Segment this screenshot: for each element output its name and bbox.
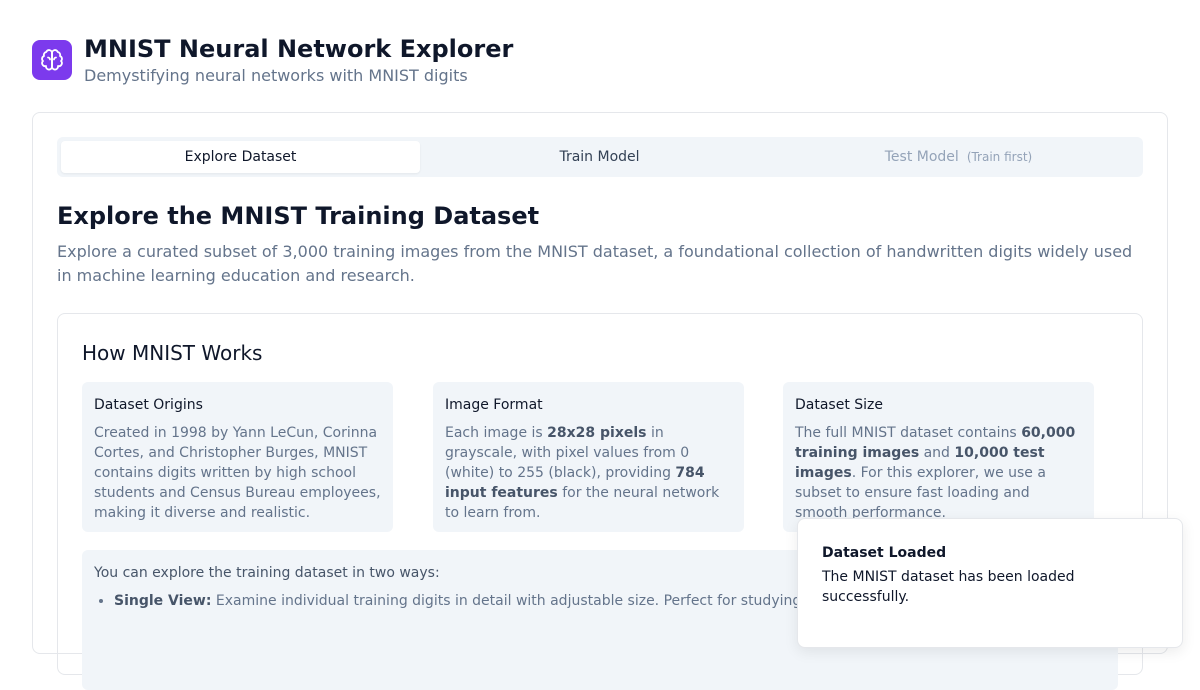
card-text: Each image is 28x28 pixels in grayscale,… [445, 425, 720, 521]
card-title: Dataset Size [795, 397, 884, 413]
panel-title: How MNIST Works [82, 341, 263, 365]
title-group: MNIST Neural Network Explorer Demystifyi… [84, 32, 513, 87]
tab-test-model[interactable]: Test Model (Train first) [779, 141, 1138, 173]
tab-bar: Explore Dataset Train Model Test Model (… [57, 137, 1143, 177]
section-description: Explore a curated subset of 3,000 traini… [57, 242, 1133, 285]
card-text: The full MNIST dataset contains 60,000 t… [795, 425, 1076, 521]
tab-hint: (Train first) [966, 150, 1033, 164]
tab-label: Test Model [884, 149, 959, 165]
tab-explore-dataset[interactable]: Explore Dataset [61, 141, 420, 173]
tab-train-model[interactable]: Train Model [420, 141, 779, 173]
toast-message: The MNIST dataset has been loaded succes… [822, 569, 1075, 605]
dataset-origins-card: Dataset Origins Created in 1998 by Yann … [82, 382, 393, 532]
app-header: MNIST Neural Network Explorer Demystifyi… [32, 32, 513, 87]
section-title: Explore the MNIST Training Dataset [57, 202, 540, 230]
tab-label: Explore Dataset [184, 149, 297, 165]
card-text: Created in 1998 by Yann LeCun, Corinna C… [94, 425, 381, 521]
card-title: Image Format [445, 397, 543, 413]
brain-icon [32, 40, 72, 80]
card-title: Dataset Origins [94, 397, 203, 413]
image-format-card: Image Format Each image is 28x28 pixels … [433, 382, 744, 532]
dataset-size-card: Dataset Size The full MNIST dataset cont… [783, 382, 1094, 532]
toast-notification: Dataset Loaded The MNIST dataset has bee… [797, 518, 1183, 648]
app-title: MNIST Neural Network Explorer [84, 35, 514, 63]
app-subtitle: Demystifying neural networks with MNIST … [84, 66, 468, 85]
tab-label: Train Model [559, 149, 640, 165]
toast-title: Dataset Loaded [822, 545, 947, 561]
